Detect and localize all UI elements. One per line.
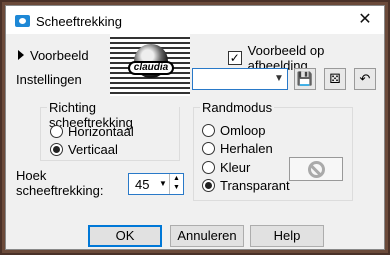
- angle-value[interactable]: 45: [135, 177, 149, 192]
- color-swatch[interactable]: [289, 157, 343, 181]
- show-on-image-checkbox[interactable]: ✓: [228, 51, 242, 65]
- preview-toggle[interactable]: Voorbeeld: [18, 48, 89, 63]
- reset-button[interactable]: ↶: [354, 68, 376, 90]
- close-icon[interactable]: ✕: [354, 10, 376, 30]
- angle-label: Hoek scheeftrekking:: [16, 168, 103, 198]
- spin-up-icon[interactable]: ▲: [170, 174, 183, 183]
- save-preset-button[interactable]: 💾: [294, 68, 316, 90]
- help-button[interactable]: Help: [250, 225, 324, 247]
- radio-horizontal[interactable]: Horizontaal: [50, 124, 134, 139]
- spin-down-icon[interactable]: ▼: [170, 183, 183, 192]
- no-color-icon: [308, 161, 325, 178]
- radio-transparent-label: Transparant: [220, 178, 290, 193]
- reset-icon: ↶: [359, 71, 371, 86]
- radio-vertical[interactable]: Verticaal: [50, 142, 118, 157]
- cancel-button[interactable]: Annuleren: [170, 225, 244, 247]
- camera-icon: [15, 15, 30, 27]
- radio-wrap-label: Omloop: [220, 123, 266, 138]
- save-preset-icon: 💾: [296, 71, 314, 86]
- edge-mode-group-title: Randmodus: [200, 100, 275, 115]
- ok-button[interactable]: OK: [88, 225, 162, 247]
- angle-label-line2: scheeftrekking:: [16, 183, 104, 198]
- radio-transparent[interactable]: Transparant: [202, 178, 290, 193]
- expand-triangle-icon: [18, 50, 24, 60]
- window-title: Scheeftrekking: [36, 14, 122, 29]
- angle-label-line1: Hoek: [16, 168, 47, 183]
- radio-vertical-label: Verticaal: [68, 142, 118, 157]
- preset-dropdown[interactable]: ▼: [192, 68, 288, 90]
- radio-repeat-button[interactable]: [202, 142, 215, 155]
- radio-transparent-button[interactable]: [202, 179, 215, 192]
- radio-wrap-button[interactable]: [202, 124, 215, 137]
- preview-thumbnail: claudia: [110, 34, 190, 96]
- radio-color[interactable]: Kleur: [202, 160, 250, 175]
- thumbnail-watermark: claudia: [128, 61, 174, 75]
- preview-toggle-label: Voorbeeld: [30, 48, 89, 63]
- angle-spinbox[interactable]: 45 ▼ ▲ ▼: [128, 173, 184, 195]
- randomize-icon: ⚄: [329, 71, 341, 86]
- randomize-button[interactable]: ⚄: [324, 68, 346, 90]
- title-bar[interactable]: Scheeftrekking ✕: [6, 6, 384, 34]
- dropdown-arrow-icon[interactable]: ▼: [271, 69, 287, 89]
- radio-color-button[interactable]: [202, 161, 215, 174]
- settings-label: Instellingen: [16, 72, 82, 87]
- dialog-window: Scheeftrekking ✕ Voorbeeld claudia ✓ Voo…: [5, 5, 385, 250]
- radio-repeat[interactable]: Herhalen: [202, 141, 273, 156]
- spin-buttons[interactable]: ▲ ▼: [169, 174, 183, 194]
- spin-dropdown-icon[interactable]: ▼: [158, 174, 168, 194]
- radio-repeat-label: Herhalen: [220, 141, 273, 156]
- radio-horizontal-label: Horizontaal: [68, 124, 134, 139]
- radio-vertical-button[interactable]: [50, 143, 63, 156]
- radio-horizontal-button[interactable]: [50, 125, 63, 138]
- radio-color-label: Kleur: [220, 160, 251, 175]
- radio-wrap[interactable]: Omloop: [202, 123, 266, 138]
